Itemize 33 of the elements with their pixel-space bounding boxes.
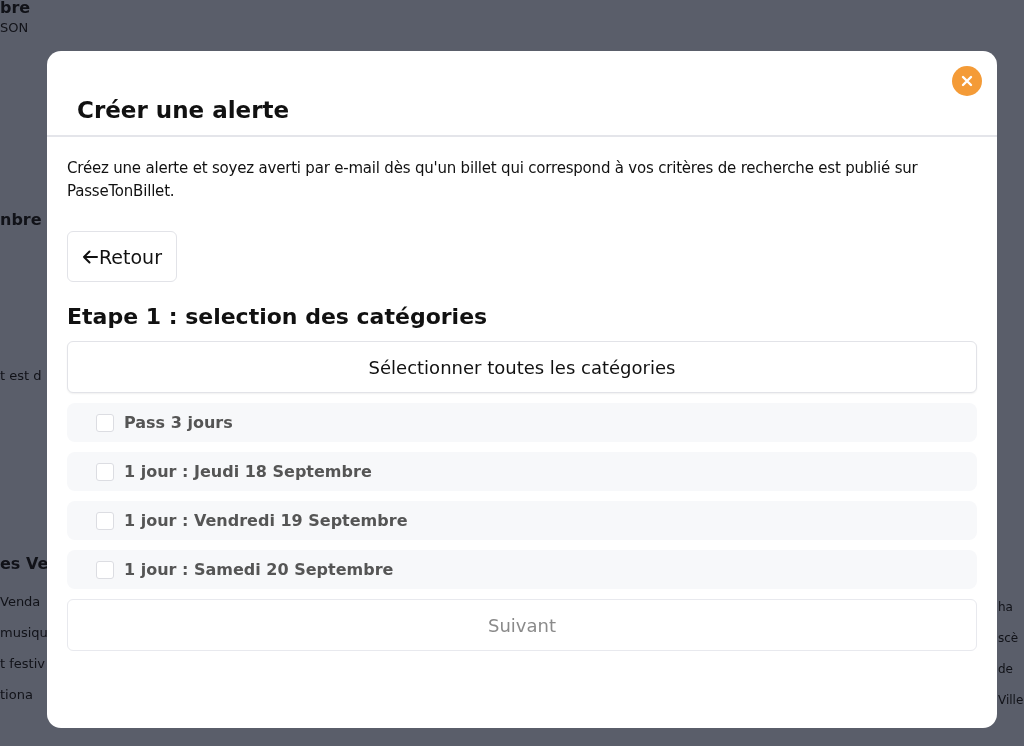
- checkbox[interactable]: [96, 511, 114, 530]
- text-fragment: Ville: [998, 692, 1024, 709]
- text-fragment: de: [998, 661, 1014, 678]
- dialog-title: Créer une alerte: [77, 97, 290, 123]
- text-fragment: t est d: [0, 367, 43, 385]
- category-option[interactable]: 1 jour : Jeudi 18 Septembre: [67, 452, 977, 491]
- arrow-left-icon: [82, 249, 98, 264]
- text-fragment: Venda: [0, 593, 42, 611]
- text-fragment: tiona: [0, 686, 34, 704]
- text-fragment: musiqu: [0, 624, 47, 642]
- text-fragment: ha: [998, 599, 1014, 616]
- category-option[interactable]: 1 jour : Vendredi 19 Septembre: [67, 501, 977, 540]
- close-icon: [961, 75, 973, 87]
- category-option[interactable]: 1 jour : Samedi 20 Septembre: [67, 550, 977, 589]
- select-all-button[interactable]: Sélectionner toutes les catégories: [67, 341, 977, 393]
- category-label: 1 jour : Jeudi 18 Septembre: [124, 462, 372, 481]
- text-fragment: t festiv: [0, 655, 46, 673]
- heading-fragment: es Ve: [0, 554, 47, 574]
- category-option[interactable]: Pass 3 jours: [67, 403, 977, 442]
- step-title: Etape 1 : selection des catégories: [67, 304, 489, 329]
- close-button[interactable]: [952, 66, 982, 96]
- description-text: Créez une alerte et soyez averti par e-mail dès qu'un billet qui correspond à vos critères de recherche est publié sur PasseTonBillet.: [67, 158, 919, 202]
- checkbox[interactable]: [96, 462, 114, 481]
- category-label: 1 jour : Vendredi 19 Septembre: [124, 511, 408, 530]
- back-button[interactable]: Retour: [67, 231, 177, 282]
- checkbox[interactable]: [96, 413, 114, 432]
- category-label: 1 jour : Samedi 20 Septembre: [124, 560, 394, 579]
- checkbox[interactable]: [96, 560, 114, 579]
- text-fragment: SON: [0, 19, 30, 37]
- category-label: Pass 3 jours: [124, 413, 233, 432]
- text-fragment: scè: [998, 630, 1020, 647]
- heading-fragment: bre: [0, 0, 32, 16]
- heading-fragment: nbre: [0, 210, 43, 230]
